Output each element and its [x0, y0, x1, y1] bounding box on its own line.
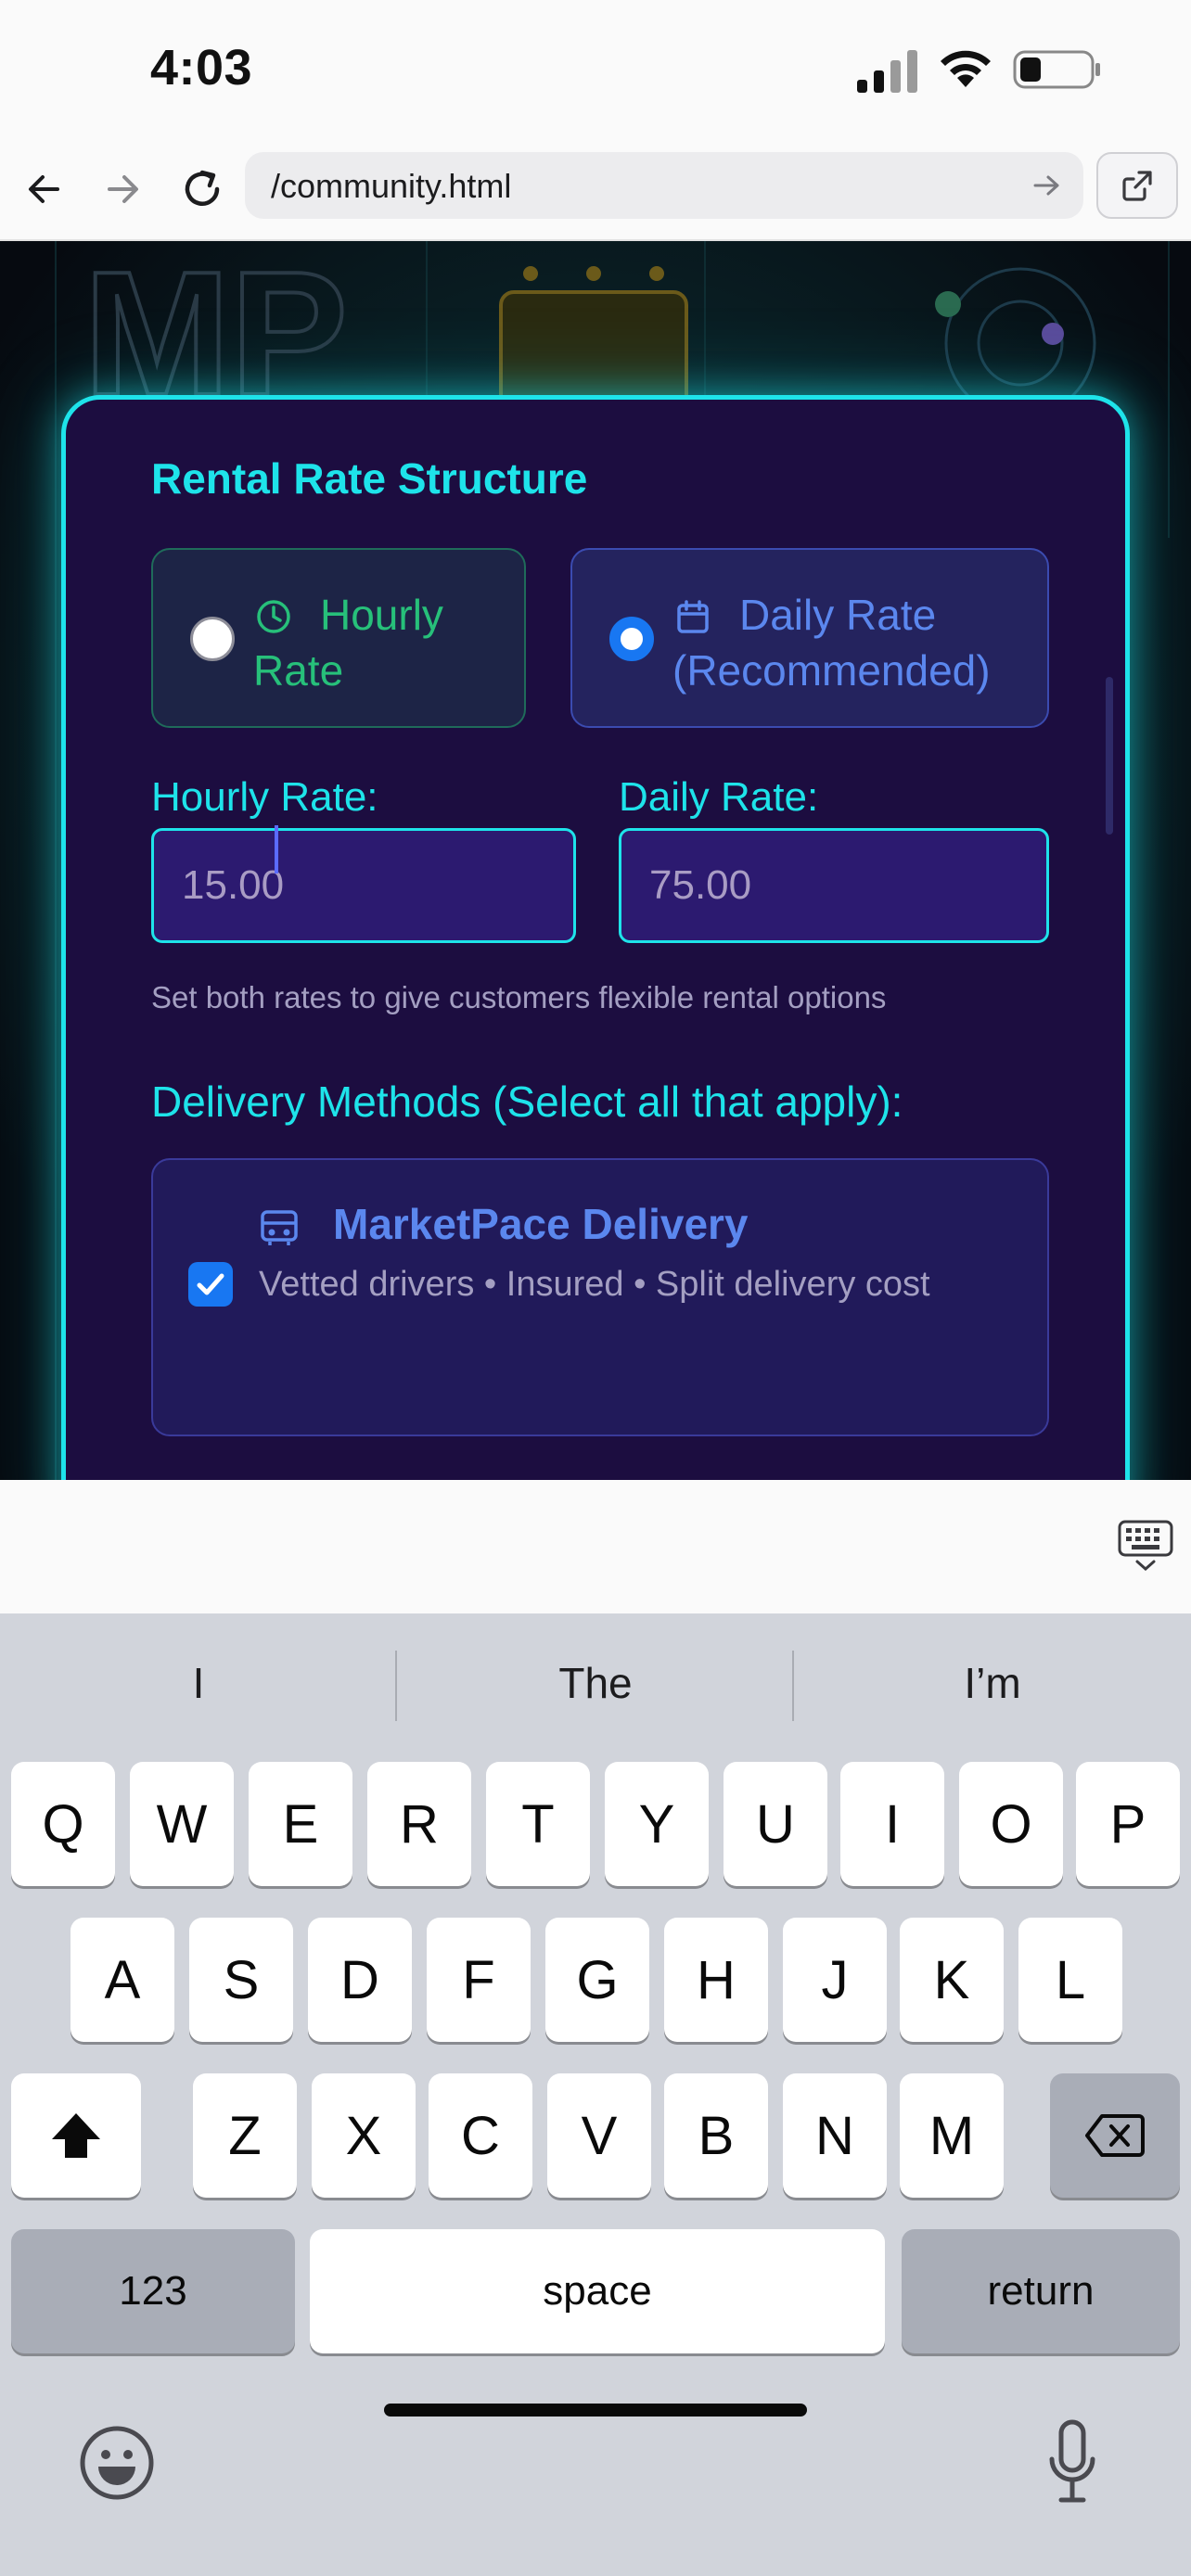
daily-rate-value: 75.00	[649, 862, 752, 908]
daily-rate-label: Daily Rate:	[619, 774, 819, 820]
rental-rate-title: Rental Rate Structure	[151, 454, 588, 503]
daily-rate-input[interactable]: 75.00	[619, 828, 1049, 943]
key-j[interactable]: J	[783, 1918, 887, 2042]
keyboard-dismiss-icon[interactable]	[1117, 1519, 1174, 1573]
key-r[interactable]: R	[367, 1762, 471, 1886]
rental-settings-card: Rental Rate Structure Hourly Rate Daily …	[61, 395, 1130, 1480]
scrollbar-thumb[interactable]	[1106, 677, 1113, 835]
key-x[interactable]: X	[312, 2073, 416, 2198]
key-a[interactable]: A	[70, 1918, 174, 2042]
go-arrow-icon[interactable]	[1030, 169, 1063, 202]
key-l[interactable]: L	[1018, 1918, 1122, 2042]
key-b[interactable]: B	[664, 2073, 768, 2198]
numbers-key[interactable]: 123	[11, 2229, 295, 2353]
microphone-icon[interactable]	[1046, 2418, 1098, 2507]
suggestion-1[interactable]: I	[0, 1613, 397, 1753]
key-p[interactable]: P	[1076, 1762, 1180, 1886]
open-external-button[interactable]	[1096, 152, 1178, 219]
key-t[interactable]: T	[486, 1762, 590, 1886]
emoji-icon[interactable]	[78, 2424, 156, 2502]
delivery-methods-title: Delivery Methods (Select all that apply)…	[151, 1078, 903, 1126]
hourly-rate-value: 15.00	[182, 862, 285, 908]
key-c[interactable]: C	[429, 2073, 532, 2198]
delete-key[interactable]	[1050, 2073, 1180, 2198]
suggestion-3[interactable]: I’m	[794, 1613, 1191, 1753]
daily-rate-option-label: Daily Rate (Recommended)	[672, 591, 991, 695]
key-d[interactable]: D	[308, 1918, 412, 2042]
text-cursor	[275, 825, 278, 874]
reload-icon	[185, 170, 220, 206]
delivery-truck-icon	[261, 1210, 298, 1245]
key-h[interactable]: H	[664, 1918, 768, 2042]
key-w[interactable]: W	[130, 1762, 234, 1886]
key-f[interactable]: F	[427, 1918, 531, 2042]
reload-button[interactable]	[173, 159, 232, 219]
marketpace-delivery-checkbox[interactable]	[188, 1262, 233, 1307]
url-field[interactable]: /community.html	[245, 152, 1083, 219]
key-o[interactable]: O	[959, 1762, 1063, 1886]
open-external-icon	[1122, 171, 1152, 201]
space-key[interactable]: space	[310, 2229, 885, 2353]
key-g[interactable]: G	[545, 1918, 649, 2042]
shift-key[interactable]	[11, 2073, 141, 2198]
status-bar: 4:03	[0, 0, 1191, 139]
key-i[interactable]: I	[840, 1762, 944, 1886]
key-q[interactable]: Q	[11, 1762, 115, 1886]
web-page: MP Rental Rate Structure Hourly Rate Dai…	[0, 241, 1191, 1480]
url-text: /community.html	[271, 167, 512, 205]
return-key[interactable]: return	[902, 2229, 1180, 2353]
browser-toolbar: /community.html	[0, 139, 1191, 241]
clock-time: 4:03	[150, 40, 253, 96]
backspace-icon	[1085, 2114, 1145, 2157]
key-y[interactable]: Y	[605, 1762, 709, 1886]
battery-icon	[1013, 50, 1100, 89]
on-screen-keyboard: I The I’m Q W E R T Y U I O P A S D F G …	[0, 1613, 1191, 2576]
hourly-rate-radio[interactable]	[190, 617, 235, 661]
cellular-signal-icon	[857, 50, 917, 93]
home-indicator[interactable]	[384, 2404, 807, 2417]
back-button[interactable]	[15, 159, 74, 219]
key-n[interactable]: N	[783, 2073, 887, 2198]
rates-hint-text: Set both rates to give customers flexibl…	[151, 980, 887, 1014]
key-u[interactable]: U	[724, 1762, 827, 1886]
suggestion-2[interactable]: The	[397, 1613, 794, 1753]
wifi-icon	[941, 50, 991, 87]
keyboard-accessory-bar	[0, 1480, 1191, 1613]
forward-arrow-icon	[108, 175, 138, 203]
checkmark-icon	[197, 1273, 224, 1295]
key-e[interactable]: E	[249, 1762, 352, 1886]
hourly-rate-label: Hourly Rate:	[151, 774, 378, 820]
key-z[interactable]: Z	[193, 2073, 297, 2198]
daily-rate-radio[interactable]	[609, 617, 654, 661]
hourly-rate-input[interactable]: 15.00	[151, 825, 576, 943]
hourly-rate-option[interactable]: Hourly Rate	[151, 548, 526, 728]
key-v[interactable]: V	[547, 2073, 651, 2198]
key-s[interactable]: S	[189, 1918, 293, 2042]
key-m[interactable]: M	[900, 2073, 1004, 2198]
marketpace-delivery-name: MarketPace Delivery	[333, 1200, 749, 1248]
key-k[interactable]: K	[900, 1918, 1004, 2042]
calendar-icon	[677, 600, 709, 633]
forward-button[interactable]	[93, 159, 152, 219]
back-arrow-icon	[29, 175, 59, 203]
shift-arrow-icon	[52, 2113, 100, 2158]
marketpace-delivery-description: Vetted drivers • Insured • Split deliver…	[259, 1265, 930, 1304]
delivery-method-marketpace[interactable]: MarketPace Delivery Vetted drivers • Ins…	[151, 1158, 1049, 1436]
daily-rate-option[interactable]: Daily Rate (Recommended)	[570, 548, 1049, 728]
clock-icon	[257, 600, 290, 633]
